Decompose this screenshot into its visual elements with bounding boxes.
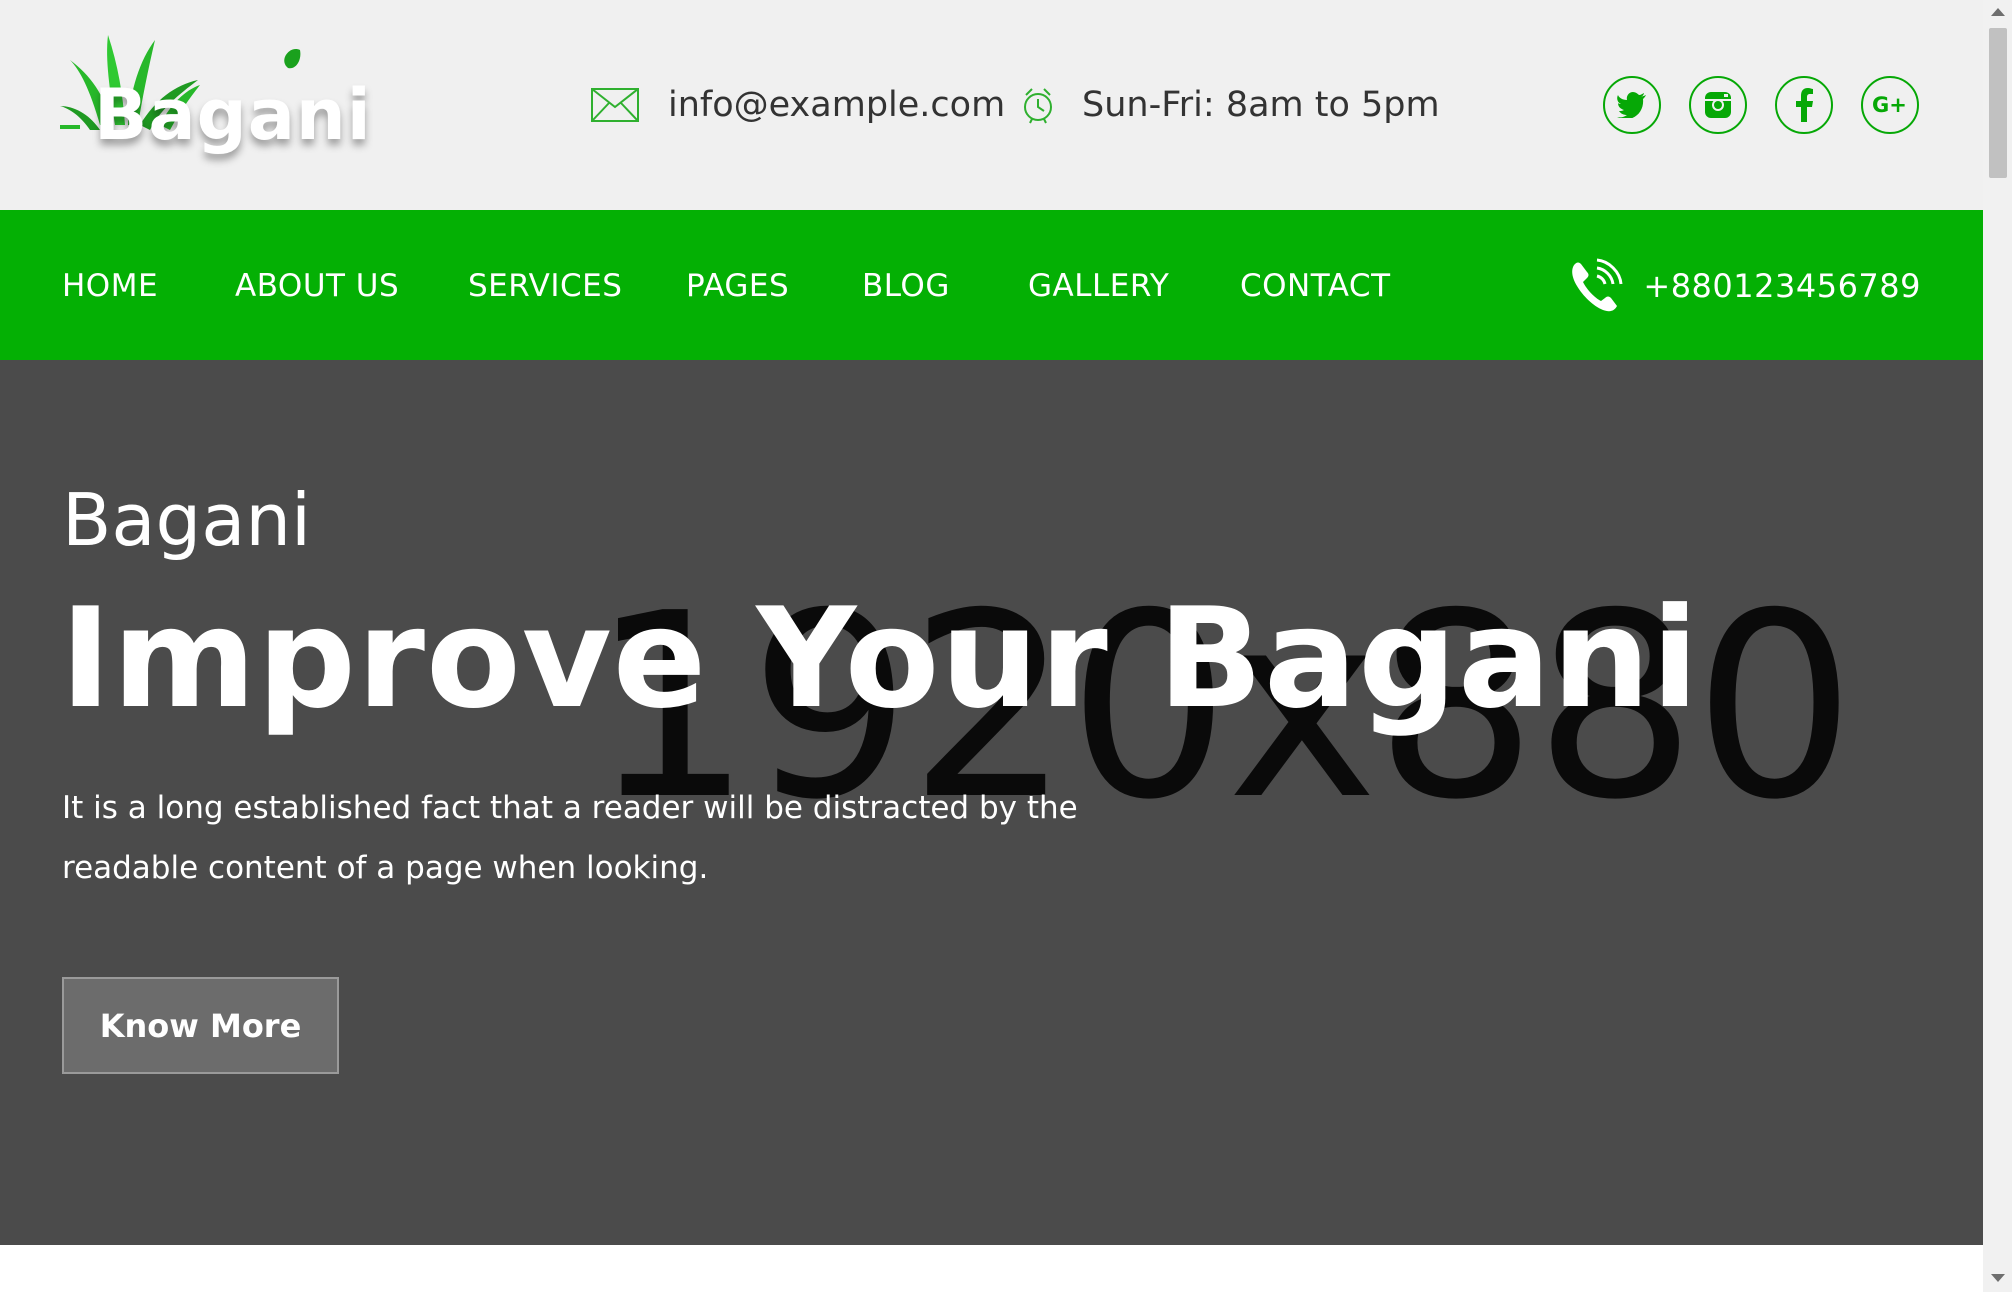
hero-banner: 1920x880 Bagani Improve Your Bagani It i… <box>0 360 1983 1245</box>
instagram-icon <box>1705 92 1731 118</box>
logo-text: Bagani <box>94 74 372 156</box>
phone-contact[interactable]: +880123456789 <box>1567 258 1921 314</box>
vertical-scrollbar[interactable] <box>1983 0 2012 1292</box>
nav-about-us[interactable]: ABOUT US <box>235 268 399 304</box>
svg-text:G+: G+ <box>1872 93 1907 117</box>
scroll-up-arrow-icon[interactable] <box>1991 8 2005 16</box>
email-icon <box>591 88 639 122</box>
logo[interactable]: Bagani <box>60 30 371 160</box>
nav-home[interactable]: HOME <box>62 268 158 304</box>
twitter-icon <box>1617 92 1646 118</box>
email-contact[interactable]: info@example.com <box>590 80 1005 130</box>
facebook-icon <box>1796 88 1813 122</box>
instagram-link[interactable] <box>1689 76 1747 134</box>
scroll-thumb[interactable] <box>1989 28 2007 178</box>
google-plus-icon: G+ <box>1872 93 1907 117</box>
know-more-button[interactable]: Know More <box>62 977 339 1074</box>
facebook-link[interactable] <box>1775 76 1833 134</box>
top-bar: Bagani info@example.com Sun-Fri: 8am to … <box>0 0 1983 210</box>
twitter-link[interactable] <box>1603 76 1661 134</box>
hero-subtitle: Bagani <box>62 478 311 562</box>
nav-gallery[interactable]: GALLERY <box>1028 268 1169 304</box>
scroll-down-arrow-icon[interactable] <box>1991 1274 2005 1282</box>
nav-services[interactable]: SERVICES <box>468 268 622 304</box>
nav-pages[interactable]: PAGES <box>686 268 789 304</box>
clock-icon <box>1024 88 1052 124</box>
phone-icon <box>1572 258 1623 312</box>
hero-title: Improve Your Bagani <box>60 578 1700 739</box>
hero-description: It is a long established fact that a rea… <box>62 790 1078 886</box>
hours-text: Sun-Fri: 8am to 5pm <box>1082 85 1440 125</box>
nav-contact[interactable]: CONTACT <box>1240 268 1391 304</box>
phone-number: +880123456789 <box>1643 267 1921 305</box>
email-text: info@example.com <box>668 85 1006 125</box>
hours-info: Sun-Fri: 8am to 5pm <box>1022 80 1440 130</box>
nav-blog[interactable]: BLOG <box>862 268 950 304</box>
page: Bagani info@example.com Sun-Fri: 8am to … <box>0 0 1983 1292</box>
google-plus-link[interactable]: G+ <box>1861 76 1919 134</box>
main-nav: HOME ABOUT US SERVICES PAGES BLOG GALLER… <box>0 210 1983 360</box>
